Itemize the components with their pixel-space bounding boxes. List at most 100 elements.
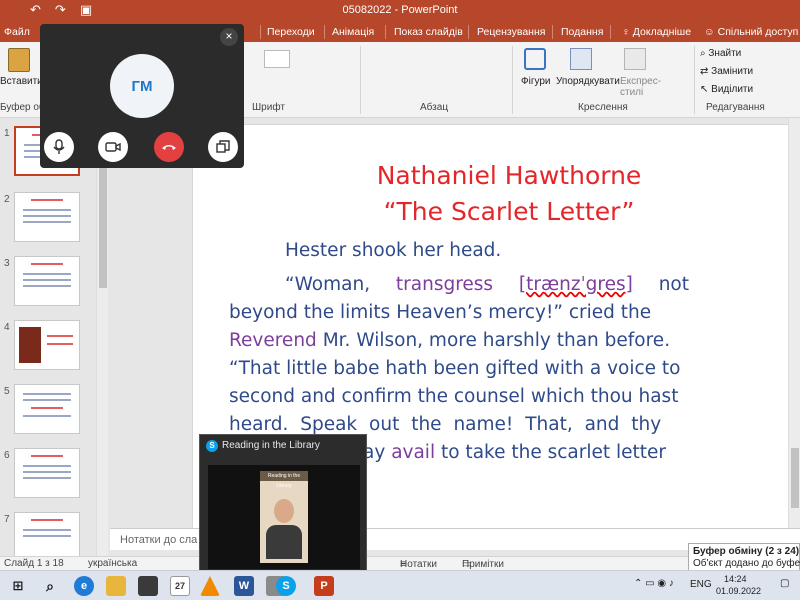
tell-me-label: Докладніше — [632, 26, 692, 38]
keyboard-language[interactable]: ENG — [690, 579, 712, 590]
thumb-text-line — [23, 221, 71, 223]
word-icon[interactable]: W — [234, 576, 254, 596]
search-icon[interactable]: ⌕ — [40, 576, 60, 596]
camera-icon — [105, 142, 121, 152]
video-feed: Reading in the Library — [208, 465, 360, 569]
clipboard-notification-text: Об'єкт додано до буфера. — [693, 558, 800, 569]
paragraph-group-label: Абзац — [420, 102, 449, 113]
tab-file[interactable]: Файл — [4, 26, 30, 38]
thumb-text-line — [23, 535, 71, 537]
skype-icon: S — [206, 440, 218, 452]
thumb-text-line — [23, 285, 71, 287]
slide-line: “Woman, transgress [trænzˈgres] not — [285, 271, 689, 299]
hang-up-icon — [162, 145, 176, 150]
windows-icon — [216, 140, 230, 153]
drawing-group-label: Креслення — [578, 102, 628, 113]
slide-thumbnail[interactable] — [14, 320, 80, 370]
close-call-window-button[interactable]: × — [220, 28, 238, 46]
editing-group-label: Редагування — [706, 102, 765, 113]
thumb-number: 3 — [4, 258, 10, 269]
end-call-button[interactable] — [154, 132, 184, 162]
document-title: 05082022 - PowerPoint — [342, 4, 458, 16]
thumb-text-line — [23, 393, 71, 395]
arrange-button[interactable]: Упорядкувати — [556, 76, 620, 87]
word: “Woman, — [285, 274, 371, 295]
transcription: [trænzˈgres] — [518, 274, 633, 295]
text-run: Mr. Wilson, more harshly than before. — [322, 330, 671, 351]
scrollbar-thumb[interactable] — [791, 448, 799, 508]
tray-icons[interactable]: ⌃ ▭ ◉ ♪ — [634, 578, 674, 589]
thumb-text-line — [23, 215, 71, 217]
tab-tell-me[interactable]: ♀ Докладніше — [622, 26, 691, 38]
thumb-text-line — [23, 529, 71, 531]
share-button[interactable]: ☺ Спільний доступ — [704, 26, 798, 38]
skype-taskbar-icon[interactable]: S — [276, 576, 296, 596]
shapes-button[interactable]: Фігури — [521, 76, 551, 87]
thumb-title-line — [47, 335, 73, 337]
select-button[interactable]: ↖ Виділити — [700, 84, 753, 95]
thumb-text-line — [23, 477, 71, 479]
title-bar: ↶ ↷ ▣ 05082022 - PowerPoint — [0, 0, 800, 22]
windows-start-icon[interactable]: ⊞ — [8, 576, 28, 596]
replace-icon: ⇄ — [700, 66, 712, 77]
thumb-number: 2 — [4, 194, 10, 205]
thumb-number: 5 — [4, 386, 10, 397]
slide-thumbnail[interactable] — [14, 448, 80, 498]
find-label: Знайти — [708, 48, 742, 59]
thumb-title-line — [31, 407, 63, 409]
paste-icon[interactable] — [8, 48, 30, 72]
tab-separator — [324, 25, 325, 39]
video-preview-window[interactable]: S Reading in the Library Reading in the … — [199, 434, 367, 574]
slide-thumbnails-panel: 1 2 3 4 5 6 7 — [0, 118, 110, 562]
thumb-number: 6 — [4, 450, 10, 461]
edge-icon[interactable]: e — [74, 576, 94, 596]
tab-review[interactable]: Рецензування — [477, 26, 545, 38]
tab-animations[interactable]: Анімація — [332, 26, 374, 38]
thumb-text-line — [23, 273, 71, 275]
quick-styles-button[interactable]: Експрес-стилі — [620, 76, 661, 98]
slide-line: “That little babe hath been gifted with … — [229, 358, 681, 379]
inner-title-bar: Reading in the Library — [260, 471, 308, 489]
store-icon[interactable] — [138, 576, 158, 596]
slide-thumbnail[interactable] — [14, 512, 80, 562]
slide-thumbnail[interactable] — [14, 192, 80, 242]
vocab-word: avail — [391, 442, 436, 463]
quick-styles-icon[interactable] — [624, 48, 646, 70]
tab-view[interactable]: Подання — [561, 26, 603, 38]
clock-date[interactable]: 01.09.2022 — [716, 586, 761, 596]
tab-slideshow[interactable]: Показ слайдів — [394, 26, 463, 38]
editor-scrollbar[interactable] — [788, 118, 800, 530]
thumbnails-scrollbar[interactable] — [96, 118, 108, 558]
tab-transitions[interactable]: Переходи — [267, 26, 315, 38]
vlc-icon[interactable] — [200, 576, 220, 596]
switch-window-button[interactable] — [208, 132, 238, 162]
file-explorer-icon[interactable] — [106, 576, 126, 596]
slide-thumbnail[interactable] — [14, 384, 80, 434]
ribbon-separator — [512, 46, 513, 114]
select-label: Виділити — [711, 84, 754, 95]
clipboard-notification[interactable]: Буфер обміну (2 з 24) Об'єкт додано до б… — [688, 543, 800, 571]
paste-button[interactable]: Вставити — [0, 76, 43, 87]
person-body — [266, 525, 302, 559]
notifications-icon[interactable]: ▢ — [780, 578, 789, 589]
slide-line: Hester shook her head. — [285, 240, 502, 261]
font-group-label: Шрифт — [252, 102, 285, 113]
replace-button[interactable]: ⇄ Замінити — [700, 66, 753, 77]
slide-thumbnail[interactable] — [14, 256, 80, 306]
thumb-text-line — [23, 471, 71, 473]
thumb-title-line — [31, 455, 63, 457]
language-indicator[interactable]: українська — [88, 558, 137, 569]
slide-line: beyond the limits Heaven’s mercy!” cried… — [229, 302, 652, 323]
microphone-button[interactable] — [44, 132, 74, 162]
person-icon: ☺ — [704, 26, 718, 38]
shapes-icon[interactable] — [524, 48, 546, 70]
arrange-icon[interactable] — [570, 48, 592, 70]
font-size-box[interactable] — [264, 50, 290, 68]
find-button[interactable]: ⌕ Знайти — [700, 48, 741, 59]
thumb-text-line — [23, 279, 71, 281]
camera-button[interactable] — [98, 132, 128, 162]
calendar-icon[interactable]: 27 — [170, 576, 190, 596]
word: not — [658, 274, 689, 295]
powerpoint-icon[interactable]: P — [314, 576, 334, 596]
clock-time[interactable]: 14:24 — [724, 574, 747, 584]
